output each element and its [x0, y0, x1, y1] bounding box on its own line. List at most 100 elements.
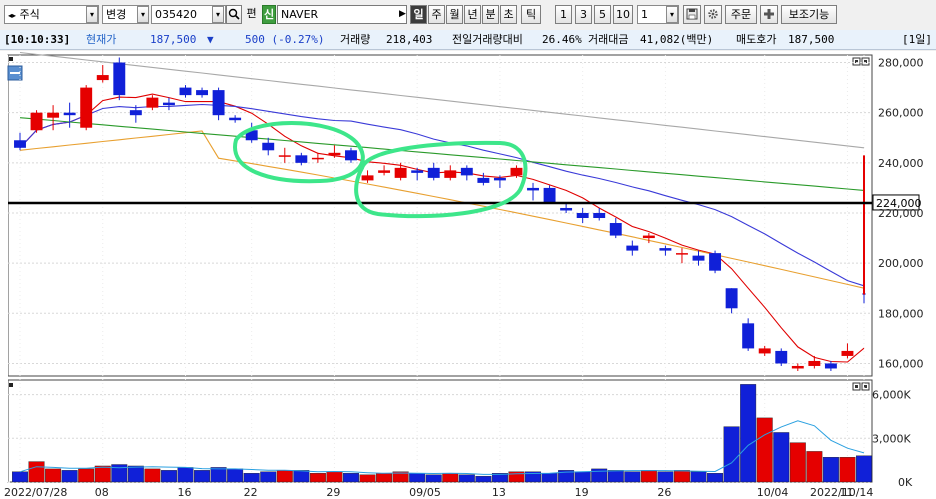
unit-value: 1 [641, 8, 648, 21]
volume-bar[interactable] [177, 467, 194, 483]
change-dropdown-icon[interactable]: ▾ [137, 6, 149, 23]
period-button-2[interactable]: 월 [446, 5, 463, 24]
settings-button[interactable] [704, 5, 722, 24]
volume-panel-close-icon[interactable] [861, 382, 870, 391]
candle-body [609, 223, 622, 236]
candle[interactable] [709, 250, 722, 274]
price-label: 현재가 [86, 33, 117, 46]
volume-bar[interactable] [723, 426, 740, 483]
volume-bar[interactable] [789, 442, 806, 483]
volume-bar[interactable] [12, 471, 28, 483]
change-arrow-icon: ▼ [207, 33, 214, 46]
volume-bar[interactable] [657, 471, 674, 483]
candle[interactable] [113, 57, 126, 101]
volume-bar[interactable] [624, 471, 641, 483]
price-tick-label: 280,000 [878, 57, 924, 70]
aux-function-button[interactable]: 보조기능 [781, 5, 837, 24]
stock-name-field[interactable]: NAVER [277, 5, 407, 24]
multiplier-button-3[interactable]: 3 [575, 5, 592, 24]
volume-bar[interactable] [359, 474, 376, 483]
unit-dropdown-icon[interactable]: ▾ [666, 6, 678, 23]
search-button[interactable] [226, 5, 242, 24]
volume-bar[interactable] [690, 471, 707, 483]
volume-bar[interactable] [541, 473, 558, 483]
candle[interactable] [30, 110, 43, 133]
volume-bar[interactable] [78, 468, 95, 483]
volume-bar[interactable] [409, 473, 426, 483]
volume-bar[interactable] [28, 461, 45, 483]
save-button[interactable] [683, 5, 701, 24]
multiplier-button-10[interactable]: 10 [613, 5, 633, 24]
candle-body [229, 117, 242, 121]
volume-bar[interactable] [806, 451, 823, 483]
period-button-5[interactable]: 초 [500, 5, 517, 24]
volume-bar[interactable] [740, 384, 757, 483]
market-type-select[interactable]: ◂▸ 주식 [4, 5, 99, 24]
period-button-4[interactable]: 분 [482, 5, 499, 24]
volume-bar[interactable] [144, 468, 161, 483]
period-button-0[interactable]: 일 [410, 5, 427, 24]
volume-bar[interactable] [376, 473, 393, 483]
chart-area[interactable]: 224,000 280,000 260,000 240,000 220,000 200,… [0, 51, 936, 499]
period-button-3[interactable]: 년 [464, 5, 481, 24]
candlestick-chart[interactable]: 224,000 280,000260,000240,000220,000200,… [0, 51, 936, 499]
volume-bar[interactable] [425, 474, 442, 483]
volume-panel-maximize-icon[interactable] [852, 382, 861, 391]
candle-body [460, 167, 473, 176]
volume-bar[interactable] [822, 457, 839, 483]
stock-name-right-arrow-icon[interactable]: ▶ [399, 9, 406, 19]
candle[interactable] [80, 85, 93, 131]
volume-bar[interactable] [260, 471, 277, 483]
order-button[interactable]: 주문 [725, 5, 757, 24]
volume-bar[interactable] [243, 473, 260, 483]
candle[interactable] [775, 348, 788, 366]
volume-bar[interactable] [640, 470, 657, 483]
time-tick-label: 22 [244, 486, 258, 499]
multiplier-button-1[interactable]: 1 [555, 5, 572, 24]
prev-ratio-value: 26.46% [542, 33, 582, 46]
volume-bar[interactable] [856, 455, 872, 483]
volume-bar[interactable] [45, 468, 62, 483]
add-indicator-button[interactable] [760, 5, 778, 24]
edit-button[interactable]: 편 [243, 5, 260, 24]
volume-bar[interactable] [276, 470, 293, 483]
volume-bar[interactable] [61, 470, 78, 483]
candle-body [196, 90, 208, 96]
volume-bar[interactable] [127, 465, 144, 483]
edit-label: 편 [246, 7, 257, 20]
price-panel-close-icon[interactable] [861, 57, 870, 66]
volume-bar[interactable] [574, 471, 591, 483]
price-panel-maximize-icon[interactable] [852, 57, 861, 66]
time-tick-label: 16 [177, 486, 191, 499]
volume-bar[interactable] [160, 470, 177, 483]
market-type-dropdown-icon[interactable]: ▾ [86, 6, 98, 23]
volume-bar[interactable] [343, 473, 359, 483]
volume-bar[interactable] [839, 457, 856, 483]
volume-marker-icon [9, 383, 13, 387]
volume-bar[interactable] [194, 470, 211, 483]
candle-body [493, 177, 506, 181]
volume-bar[interactable] [673, 470, 690, 483]
time-tick-label: 10/04 [757, 486, 789, 499]
volume-bar[interactable] [210, 467, 227, 483]
volume-bar[interactable] [227, 468, 244, 483]
current-price: 187,500 [150, 33, 197, 46]
volume-bar[interactable] [607, 470, 624, 483]
volume-bar[interactable] [309, 473, 326, 483]
volume-bar[interactable] [326, 471, 343, 483]
volume-bar[interactable] [773, 432, 790, 483]
volume-bar[interactable] [293, 470, 310, 483]
volume-bar[interactable] [756, 417, 773, 483]
volume-bar[interactable] [458, 474, 475, 483]
period-button-6[interactable]: 틱 [521, 5, 541, 24]
volume-bar[interactable] [475, 475, 492, 483]
volume-bar[interactable] [94, 465, 111, 483]
volume-bar[interactable] [442, 473, 459, 483]
multiplier-button-5[interactable]: 5 [594, 5, 611, 24]
candle-body [560, 207, 573, 211]
volume-bar[interactable] [707, 473, 724, 483]
stock-code-dropdown-icon[interactable]: ▾ [212, 6, 224, 23]
candle[interactable] [543, 185, 556, 203]
period-button-1[interactable]: 주 [428, 5, 445, 24]
indicator-toggle-icon[interactable] [7, 65, 23, 81]
